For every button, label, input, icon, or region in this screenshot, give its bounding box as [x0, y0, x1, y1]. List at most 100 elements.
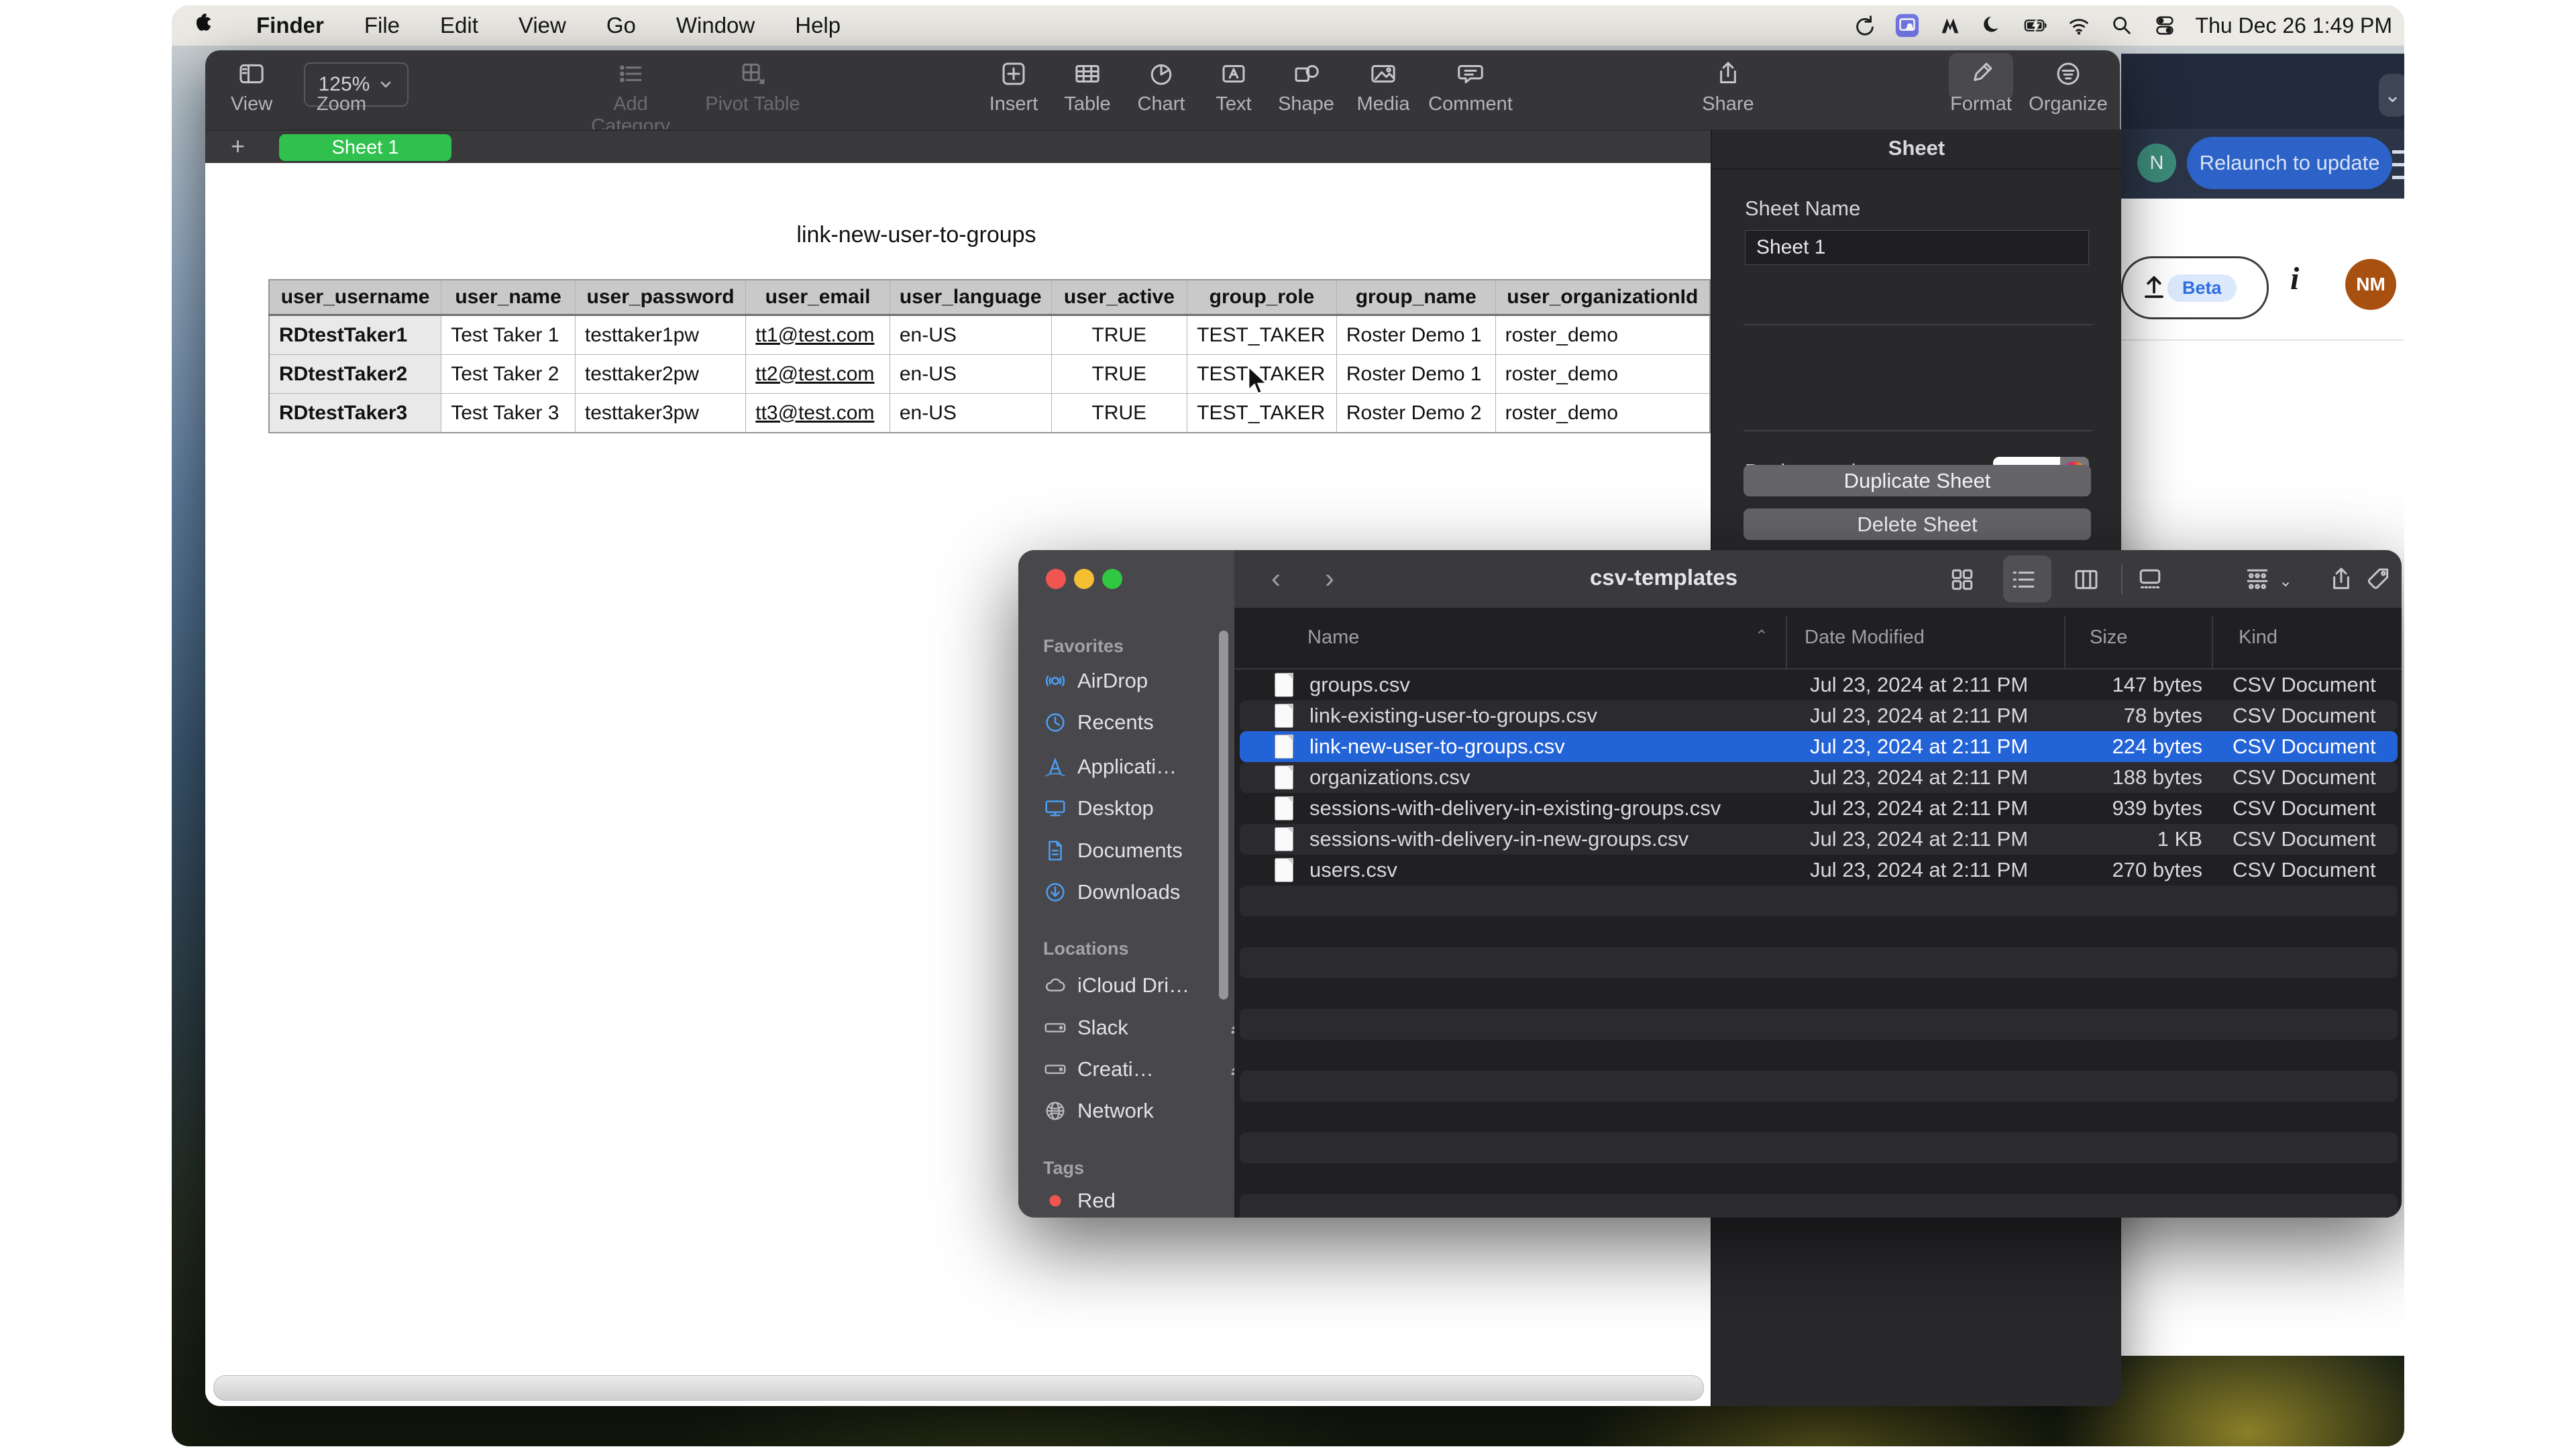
- column-separator[interactable]: [1786, 616, 1787, 668]
- add-sheet-button[interactable]: +: [231, 132, 245, 160]
- column-header[interactable]: user_language: [890, 280, 1051, 315]
- table-cell[interactable]: testtaker1pw: [575, 315, 745, 355]
- mountain-icon[interactable]: [1933, 8, 1968, 43]
- sync-icon[interactable]: [1847, 8, 1882, 43]
- column-separator[interactable]: [2212, 616, 2213, 668]
- sidebar-item-documents[interactable]: Documents: [1018, 833, 1234, 868]
- column-header[interactable]: user_name: [441, 280, 576, 315]
- screen-sharing-icon[interactable]: [1890, 8, 1925, 43]
- sidebar-item-creati[interactable]: Creati…: [1018, 1052, 1234, 1087]
- table-cell[interactable]: Test Taker 1: [441, 315, 576, 355]
- column-header[interactable]: group_role: [1187, 280, 1337, 315]
- file-row[interactable]: groups.csvJul 23, 2024 at 2:11 PM147 byt…: [1240, 669, 2398, 700]
- table-cell[interactable]: roster_demo: [1495, 355, 1710, 394]
- format-button[interactable]: Format: [1931, 57, 2031, 115]
- minimize-button[interactable]: [1074, 569, 1094, 589]
- table-cell[interactable]: RDtestTaker3: [269, 394, 441, 433]
- apple-menu-icon[interactable]: [172, 9, 236, 42]
- column-header[interactable]: user_organizationId: [1495, 280, 1710, 315]
- table-cell[interactable]: Roster Demo 2: [1336, 394, 1495, 433]
- sidebar-item-airdrop[interactable]: AirDrop: [1018, 663, 1234, 698]
- gallery-view-icon[interactable]: [2130, 559, 2170, 600]
- column-header[interactable]: user_email: [746, 280, 890, 315]
- sidebar-item-iclouddri[interactable]: iCloud Dri…: [1018, 968, 1234, 1003]
- wifi-icon[interactable]: [2061, 8, 2096, 43]
- info-icon[interactable]: i: [2290, 260, 2317, 307]
- table-cell[interactable]: roster_demo: [1495, 315, 1710, 355]
- view-button[interactable]: View: [201, 57, 302, 115]
- duplicate-sheet-button[interactable]: Duplicate Sheet: [1743, 465, 2091, 496]
- sidebar-item-applicati[interactable]: Applicati…: [1018, 749, 1234, 784]
- table-cell[interactable]: en-US: [890, 394, 1051, 433]
- table-cell[interactable]: en-US: [890, 315, 1051, 355]
- group-by-icon[interactable]: [2237, 559, 2277, 600]
- menu-item-window[interactable]: Window: [656, 13, 775, 38]
- data-table[interactable]: user_usernameuser_nameuser_passworduser_…: [268, 279, 1711, 433]
- column-header-name[interactable]: Name: [1307, 627, 1359, 649]
- add-category-button[interactable]: Add Category: [580, 57, 681, 138]
- menu-item-file[interactable]: File: [344, 13, 420, 38]
- table-cell[interactable]: tt1@test.com: [746, 315, 890, 355]
- sidebar-item-recents[interactable]: Recents: [1018, 705, 1234, 740]
- search-icon[interactable]: [2104, 8, 2139, 43]
- table-cell[interactable]: TRUE: [1051, 394, 1187, 433]
- menu-app-name[interactable]: Finder: [236, 13, 344, 38]
- close-button[interactable]: [1046, 569, 1066, 589]
- eject-icon[interactable]: [1201, 1059, 1222, 1080]
- tab-sheet-1[interactable]: Sheet 1: [279, 134, 451, 161]
- menu-item-help[interactable]: Help: [775, 13, 861, 38]
- table-cell[interactable]: Roster Demo 1: [1336, 315, 1495, 355]
- share-icon[interactable]: [2321, 559, 2361, 600]
- sidebar-item-desktop[interactable]: Desktop: [1018, 791, 1234, 826]
- table-cell[interactable]: roster_demo: [1495, 394, 1710, 433]
- menu-item-go[interactable]: Go: [586, 13, 656, 38]
- file-row[interactable]: sessions-with-delivery-in-new-groups.csv…: [1240, 824, 2398, 855]
- file-row[interactable]: sessions-with-delivery-in-existing-group…: [1240, 793, 2398, 824]
- moon-icon[interactable]: [1976, 8, 2010, 43]
- sheet-name-input[interactable]: Sheet 1: [1745, 230, 2089, 265]
- table-cell[interactable]: testtaker2pw: [575, 355, 745, 394]
- column-header-kind[interactable]: Kind: [2239, 627, 2277, 649]
- column-header-date[interactable]: Date Modified: [1805, 627, 1925, 649]
- table-cell[interactable]: TRUE: [1051, 355, 1187, 394]
- sidebar-item-red[interactable]: Red: [1018, 1183, 1234, 1218]
- column-view-icon[interactable]: [2066, 559, 2106, 600]
- sidebar-scrollbar[interactable]: [1219, 631, 1228, 1000]
- back-button[interactable]: ‹: [1271, 562, 1281, 594]
- table-cell[interactable]: TRUE: [1051, 315, 1187, 355]
- table-cell[interactable]: en-US: [890, 355, 1051, 394]
- table-cell[interactable]: tt2@test.com: [746, 355, 890, 394]
- sidebar-item-slack[interactable]: Slack: [1018, 1010, 1234, 1045]
- browser-menu-icon[interactable]: [2392, 146, 2404, 180]
- control-center-icon[interactable]: [2147, 8, 2182, 43]
- table-cell[interactable]: RDtestTaker1: [269, 315, 441, 355]
- zoom-button[interactable]: [1102, 569, 1122, 589]
- column-header-size[interactable]: Size: [2090, 627, 2127, 649]
- battery-icon[interactable]: [2019, 8, 2053, 43]
- media-button[interactable]: Media: [1333, 57, 1434, 115]
- delete-sheet-button[interactable]: Delete Sheet: [1743, 508, 2091, 540]
- upload-beta-button[interactable]: Beta: [2121, 256, 2269, 319]
- organize-button[interactable]: Organize: [2018, 57, 2118, 115]
- table-cell[interactable]: Test Taker 2: [441, 355, 576, 394]
- grid-view-icon[interactable]: [1942, 559, 1982, 600]
- horizontal-scrollbar[interactable]: [213, 1375, 1704, 1401]
- list-view-icon[interactable]: [2003, 559, 2043, 600]
- browser-site-avatar[interactable]: N: [2137, 144, 2176, 182]
- table-cell[interactable]: testtaker3pw: [575, 394, 745, 433]
- sidebar-item-network[interactable]: Network: [1018, 1093, 1234, 1128]
- table-cell[interactable]: Test Taker 3: [441, 394, 576, 433]
- share-button[interactable]: Share: [1678, 57, 1778, 115]
- pivot-table-button[interactable]: Pivot Table: [702, 57, 803, 115]
- zoom-button[interactable]: Zoom: [291, 57, 392, 115]
- menu-item-edit[interactable]: Edit: [420, 13, 498, 38]
- relaunch-to-update-button[interactable]: Relaunch to update: [2187, 137, 2392, 189]
- table-cell[interactable]: RDtestTaker2: [269, 355, 441, 394]
- comment-button[interactable]: Comment: [1420, 57, 1521, 115]
- sort-ascending-icon[interactable]: ⌃: [1755, 627, 1768, 646]
- column-header[interactable]: group_name: [1336, 280, 1495, 315]
- file-row[interactable]: organizations.csvJul 23, 2024 at 2:11 PM…: [1240, 762, 2398, 793]
- table-cell[interactable]: TEST_TAKER: [1187, 394, 1337, 433]
- profile-avatar[interactable]: NM: [2345, 259, 2396, 310]
- column-header[interactable]: user_password: [575, 280, 745, 315]
